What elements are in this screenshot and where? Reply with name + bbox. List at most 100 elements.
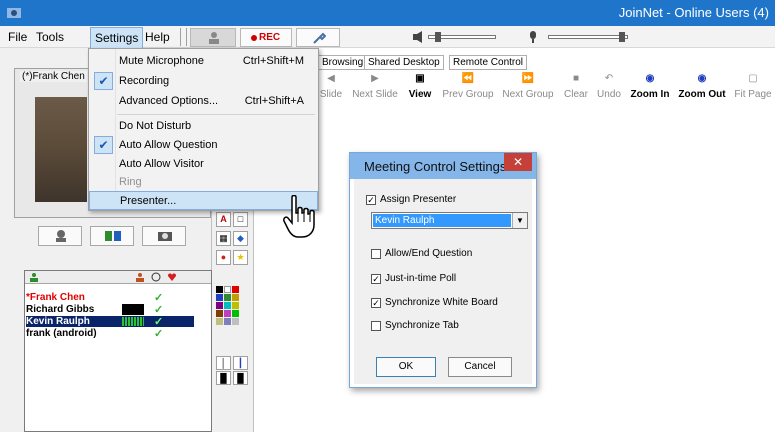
color-swatch-gray[interactable] bbox=[232, 318, 239, 325]
dialog-title: Meeting Control Settings bbox=[364, 159, 507, 174]
color-swatch-olive[interactable] bbox=[232, 294, 239, 301]
checkmark-icon: ✔ bbox=[94, 136, 113, 154]
text-tool-icon[interactable]: A bbox=[216, 212, 231, 227]
eraser-tool-icon[interactable]: ◆ bbox=[233, 231, 248, 246]
color-swatch-cyan[interactable] bbox=[224, 302, 231, 309]
user-column-icon bbox=[30, 273, 38, 282]
heart-column-icon bbox=[167, 273, 177, 281]
presenter-select[interactable]: Kevin Raulph ▼ bbox=[371, 212, 528, 229]
checkbox-label: Synchronize Tab bbox=[385, 320, 459, 331]
prev-group-label: Prev Group bbox=[442, 89, 494, 100]
microphone-volume-slider[interactable] bbox=[548, 32, 628, 42]
next-group-button[interactable]: ⏩ Next Group bbox=[502, 73, 554, 100]
menu-file[interactable]: File bbox=[8, 30, 27, 44]
color-swatch-yellow[interactable] bbox=[232, 302, 239, 309]
line-width-thick-icon[interactable]: █ bbox=[216, 371, 231, 385]
user-row-richard-gibbs[interactable]: Richard Gibbs ✓ bbox=[26, 304, 196, 316]
camera-user-button[interactable] bbox=[38, 226, 82, 246]
menu-item-recording[interactable]: ✔ Recording bbox=[89, 72, 318, 91]
menu-item-auto-allow-question[interactable]: ✔ Auto Allow Question bbox=[89, 136, 318, 155]
prev-slide-button[interactable]: ◀ Slide bbox=[318, 73, 344, 100]
menu-help[interactable]: Help bbox=[145, 30, 170, 44]
next-group-label: Next Group bbox=[502, 89, 554, 100]
menu-item-mute-microphone[interactable]: Mute Microphone Ctrl+Shift+M bbox=[89, 52, 318, 71]
color-swatch-blue[interactable] bbox=[216, 294, 223, 301]
chevron-down-icon[interactable]: ▼ bbox=[512, 213, 527, 228]
record-button[interactable]: REC bbox=[240, 28, 292, 47]
speaker-volume-slider[interactable] bbox=[428, 32, 496, 42]
grid-tool-icon[interactable]: ▦ bbox=[216, 231, 231, 246]
window-title: JoinNet - Online Users (4) bbox=[618, 5, 769, 20]
undo-label: Undo bbox=[597, 89, 621, 100]
microphone-slider-thumb[interactable] bbox=[619, 32, 625, 42]
clear-button[interactable]: ■ Clear bbox=[562, 73, 590, 100]
user-icon bbox=[209, 32, 219, 44]
ok-button[interactable]: OK bbox=[376, 357, 436, 377]
user-name: frank (android) bbox=[26, 328, 97, 339]
color-swatch-brown[interactable] bbox=[216, 310, 223, 317]
line-width-heavy-icon[interactable]: █ bbox=[233, 371, 248, 385]
color-swatch-lime[interactable] bbox=[232, 310, 239, 317]
next-slide-button[interactable]: ▶ Next Slide bbox=[352, 73, 398, 100]
line-width-thin-icon[interactable]: │ bbox=[216, 356, 231, 370]
color-swatch-khaki[interactable] bbox=[216, 318, 223, 325]
menu-item-label: Advanced Options... bbox=[119, 95, 219, 107]
view-button[interactable]: ▣ View bbox=[406, 73, 434, 100]
checkmark-icon: ✔ bbox=[94, 72, 113, 90]
prev-group-button[interactable]: ⏪ Prev Group bbox=[442, 73, 494, 100]
tab-shared-desktop[interactable]: Shared Desktop bbox=[364, 55, 444, 70]
snapshot-button[interactable] bbox=[142, 226, 186, 246]
menu-item-do-not-disturb[interactable]: Do Not Disturb bbox=[89, 117, 318, 136]
menu-item-label: Do Not Disturb bbox=[119, 120, 192, 132]
dialog-titlebar: Meeting Control Settings ✕ bbox=[350, 153, 536, 179]
audio-level-bar bbox=[122, 304, 144, 315]
color-swatch-lavender[interactable] bbox=[224, 318, 231, 325]
color-swatch-black[interactable] bbox=[216, 286, 223, 293]
user-row-kevin-raulph[interactable]: Kevin Raulph ✓ bbox=[26, 316, 194, 328]
undo-button[interactable]: ↶ Undo bbox=[596, 73, 622, 100]
checkbox-unchecked-icon bbox=[371, 249, 381, 259]
menu-item-advanced-options[interactable]: Advanced Options... Ctrl+Shift+A bbox=[89, 92, 318, 111]
user-row-frank-android[interactable]: frank (android) ✓ bbox=[26, 328, 196, 340]
color-swatch-green[interactable] bbox=[224, 294, 231, 301]
speaker-slider-thumb[interactable] bbox=[435, 32, 441, 42]
menu-item-label: Ring bbox=[119, 176, 142, 188]
window-titlebar: JoinNet - Online Users (4) bbox=[0, 0, 775, 26]
apple-icon[interactable]: ● bbox=[216, 250, 231, 265]
checkbox-checked-icon: ✓ bbox=[371, 298, 381, 308]
slide-navigation-toolbar: ◀ Slide ▶ Next Slide ▣ View ⏪ Prev Group… bbox=[318, 73, 775, 113]
user-button[interactable] bbox=[190, 28, 236, 47]
hand-pointer-cursor-icon bbox=[283, 195, 315, 238]
user-list-header bbox=[25, 271, 211, 284]
line-width-medium-icon[interactable]: ┃ bbox=[233, 356, 248, 370]
tab-remote-control[interactable]: Remote Control bbox=[449, 55, 528, 70]
settings-wrench-button[interactable] bbox=[296, 28, 340, 47]
color-swatch-red[interactable] bbox=[232, 286, 239, 293]
checkbox-label: Allow/End Question bbox=[385, 248, 473, 259]
dialog-close-button[interactable]: ✕ bbox=[504, 153, 532, 171]
menu-item-auto-allow-visitor[interactable]: Auto Allow Visitor bbox=[89, 155, 318, 174]
next-slide-label: Next Slide bbox=[352, 89, 398, 100]
user-name: Richard Gibbs bbox=[26, 304, 95, 315]
menu-tools[interactable]: Tools bbox=[36, 30, 64, 44]
checkbox-label: Just-in-time Poll bbox=[385, 273, 457, 284]
zoom-in-button[interactable]: ◉ Zoom In bbox=[628, 73, 672, 100]
record-label: REC bbox=[259, 32, 281, 43]
select-tool-icon[interactable]: □ bbox=[233, 212, 248, 227]
toolbar-separator bbox=[186, 28, 187, 46]
view-label: View bbox=[408, 89, 432, 100]
menu-item-label: Auto Allow Visitor bbox=[119, 158, 204, 170]
zoom-out-button[interactable]: ◉ Zoom Out bbox=[678, 73, 726, 100]
menu-settings[interactable]: Settings bbox=[90, 27, 144, 49]
tab-browsing[interactable]: Browsing bbox=[318, 55, 368, 70]
star-icon[interactable]: ★ bbox=[233, 250, 248, 265]
color-swatch-purple[interactable] bbox=[216, 302, 223, 309]
user-row-frank-chen[interactable]: *Frank Chen ✓ bbox=[26, 292, 196, 304]
prev-slide-icon: ◀ bbox=[327, 73, 335, 84]
meeting-control-settings-dialog: Meeting Control Settings ✕ ✓ Assign Pres… bbox=[349, 152, 537, 388]
video-sharing-button[interactable] bbox=[90, 226, 134, 246]
color-swatch-magenta[interactable] bbox=[224, 310, 231, 317]
color-swatch-white[interactable] bbox=[224, 286, 231, 293]
cancel-button[interactable]: Cancel bbox=[448, 357, 512, 377]
fit-page-button[interactable]: ▢ Fit Page bbox=[732, 73, 774, 100]
